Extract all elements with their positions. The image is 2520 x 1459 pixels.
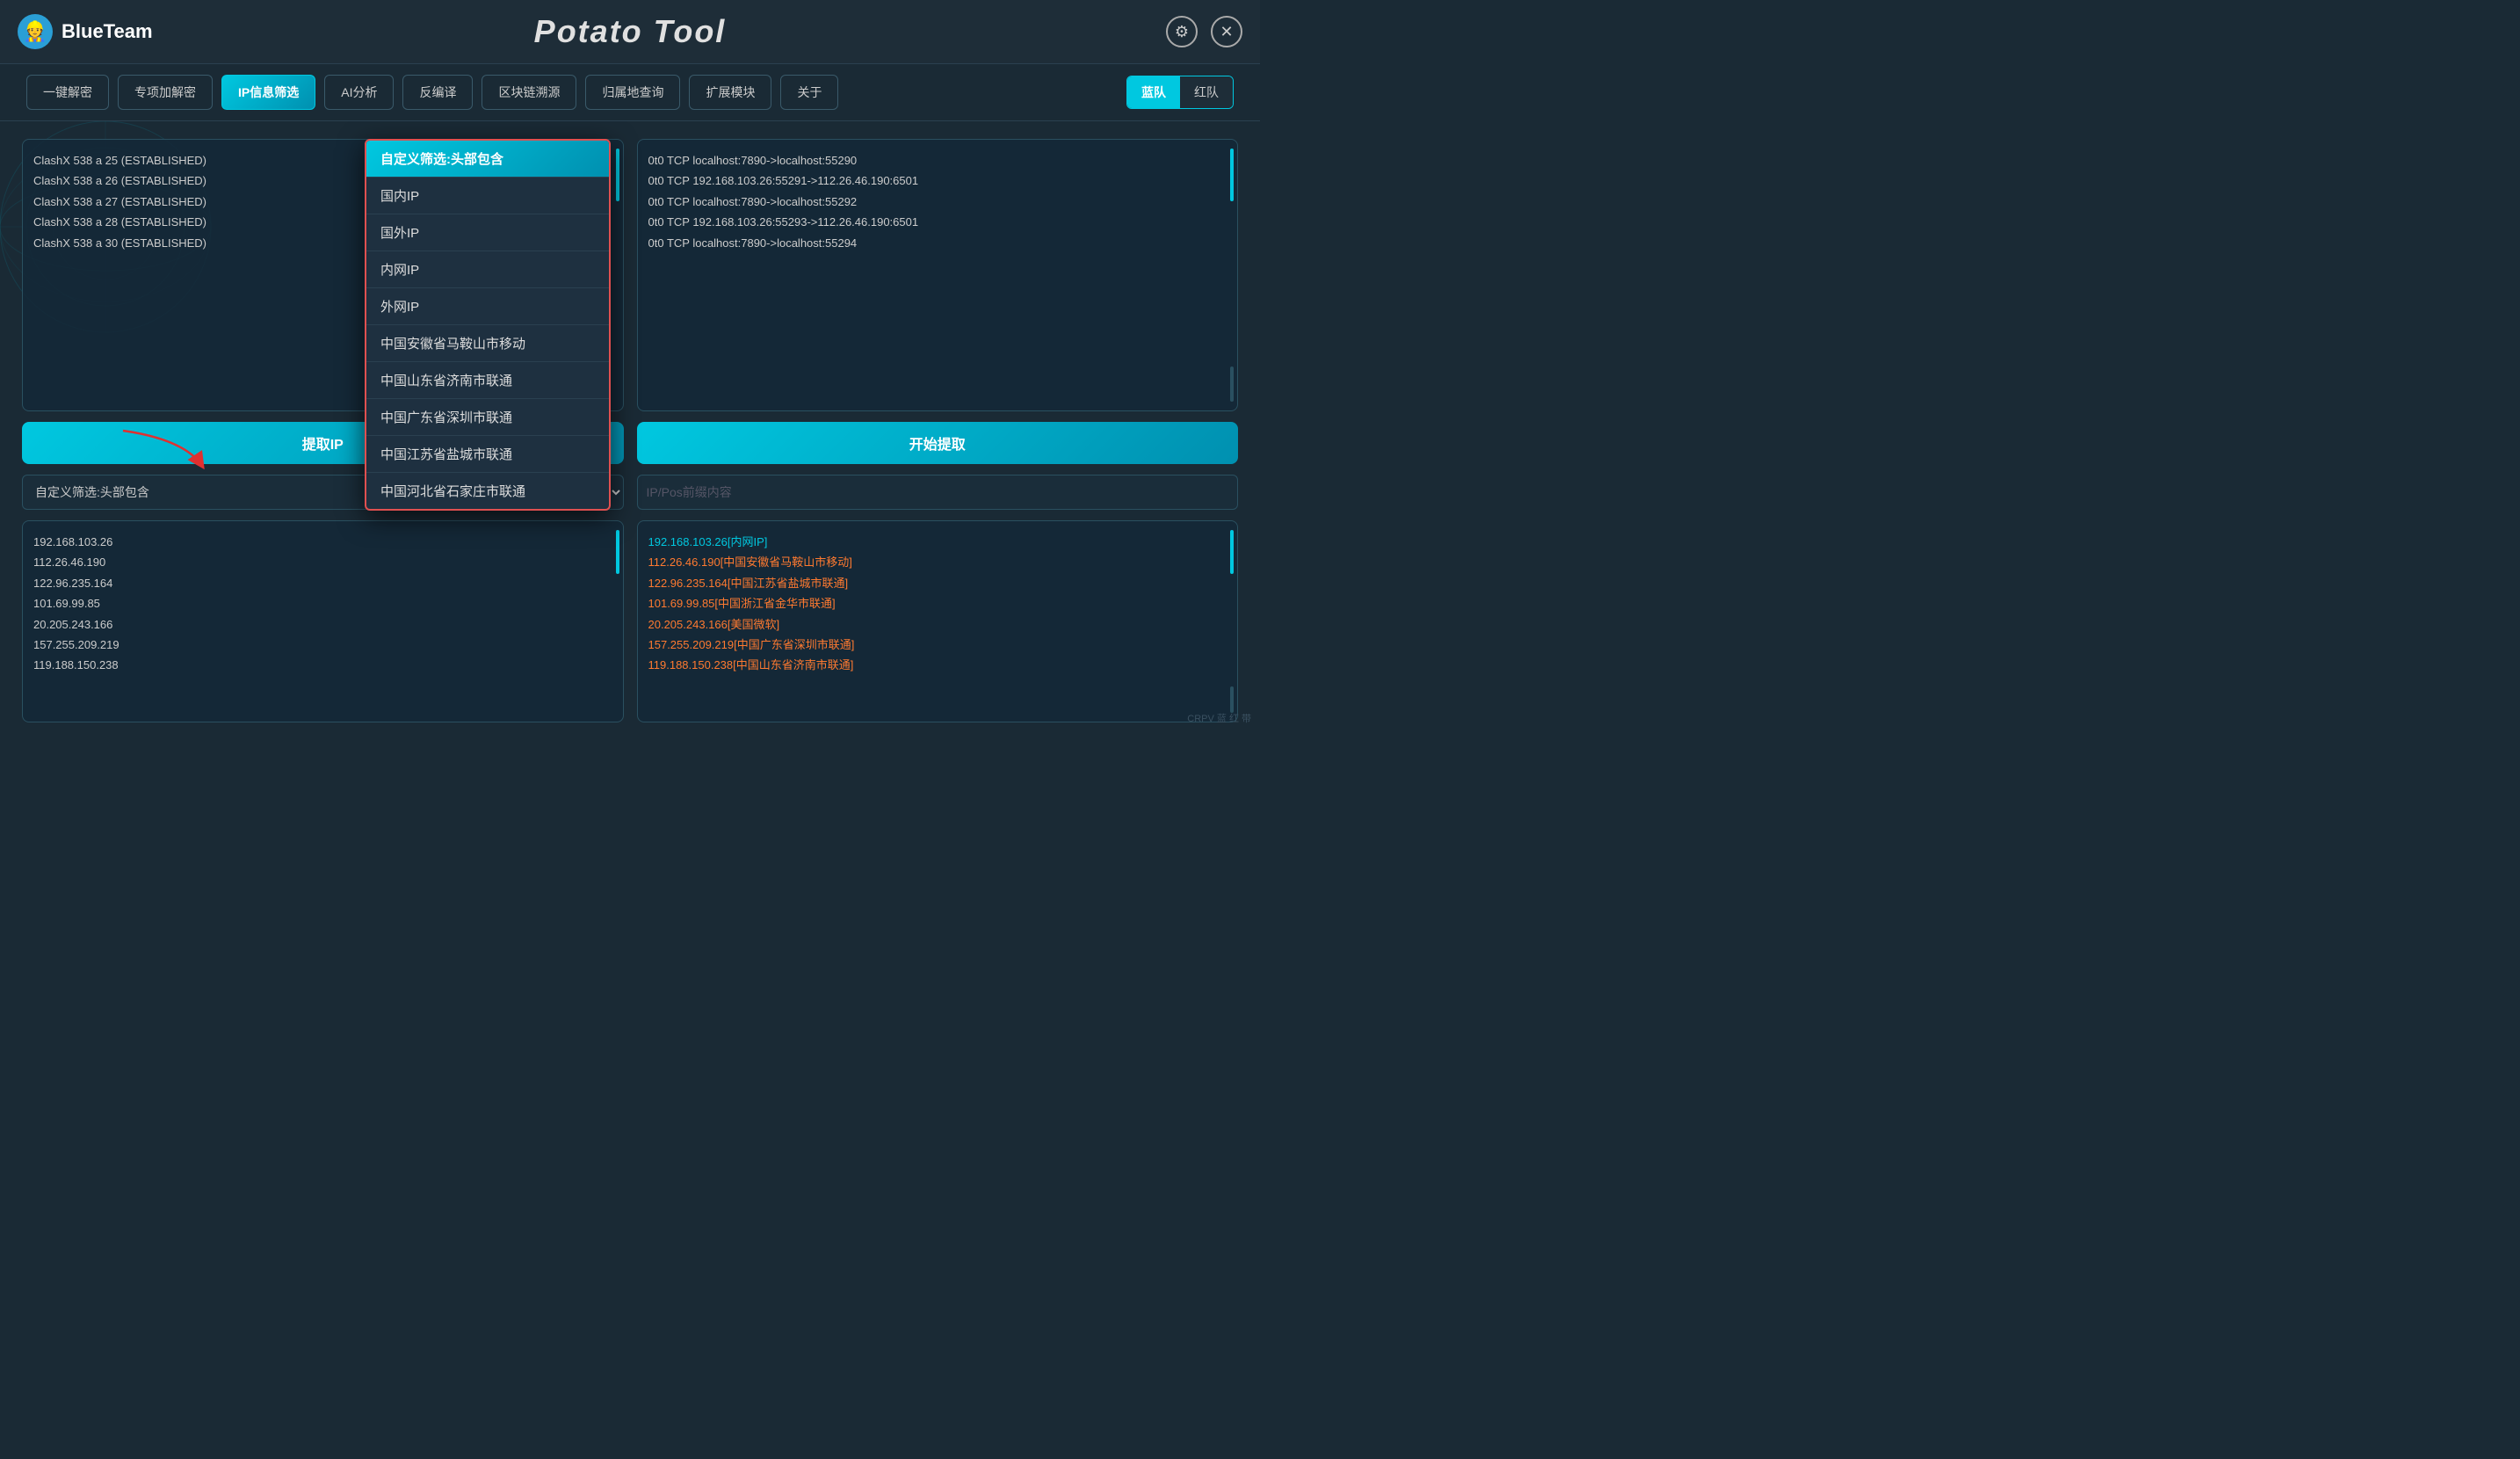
- nav-btn-blockchain[interactable]: 区块链溯源: [482, 75, 576, 110]
- window-controls: ⚙ ✕: [1166, 16, 1242, 47]
- tcp-line: 0t0 TCP 192.168.103.26:55293->112.26.46.…: [648, 212, 1227, 232]
- dropdown-item-intranet[interactable]: 内网IP: [366, 251, 609, 288]
- extracted-ip: 192.168.103.26: [33, 532, 612, 552]
- scroll-indicator-left: [616, 149, 619, 201]
- filter-dropdown: 自定义筛选:头部包含 国内IP 国外IP 内网IP 外网IP 中国安徽省马鞍山市…: [365, 139, 611, 511]
- tcp-line: 0t0 TCP localhost:7890->localhost:55290: [648, 150, 1227, 171]
- nav-btn-ai[interactable]: AI分析: [324, 75, 394, 110]
- watermark: CRPV 蓝 红 带: [1187, 711, 1251, 725]
- dropdown-item-custom[interactable]: 自定义筛选:头部包含: [366, 141, 609, 178]
- extracted-ip: 101.69.99.85: [33, 593, 612, 613]
- dropdown-item-shandong[interactable]: 中国山东省济南市联通: [366, 362, 609, 399]
- ip-result-cn2: 122.96.235.164[中国江苏省盐城市联通]: [648, 573, 1227, 593]
- settings-button[interactable]: ⚙: [1166, 16, 1198, 47]
- nav-btn-about[interactable]: 关于: [780, 75, 838, 110]
- ip-result-local: 192.168.103.26[内网IP]: [648, 532, 1227, 552]
- ip-result-cn1: 112.26.46.190[中国安徽省马鞍山市移动]: [648, 552, 1227, 572]
- dropdown-item-hebei[interactable]: 中国河北省石家庄市联通: [366, 473, 609, 509]
- ip-result-cn4: 20.205.243.166[美国微软]: [648, 614, 1227, 635]
- navbar: 一键解密 专项加解密 IP信息筛选 AI分析 反编译 区块链溯源 归属地查询 扩…: [0, 64, 1260, 121]
- team-toggle: 蓝队 红队: [1126, 76, 1234, 109]
- scroll-indicator-right-bottom: [1230, 367, 1234, 402]
- scroll-bar-lower-right: [1230, 530, 1234, 574]
- dropdown-item-extranet[interactable]: 外网IP: [366, 288, 609, 325]
- nav-btn-ip[interactable]: IP信息筛选: [221, 75, 315, 110]
- dropdown-item-anhui[interactable]: 中国安徽省马鞍山市移动: [366, 325, 609, 362]
- ip-results-panel: 192.168.103.26[内网IP] 112.26.46.190[中国安徽省…: [637, 520, 1239, 722]
- extracted-ip: 122.96.235.164: [33, 573, 612, 593]
- dropdown-item-foreign[interactable]: 国外IP: [366, 214, 609, 251]
- ip-result-cn5: 157.255.209.219[中国广东省深圳市联通]: [648, 635, 1227, 655]
- filter-input[interactable]: [637, 475, 1239, 510]
- tcp-line: 0t0 TCP localhost:7890->localhost:55294: [648, 233, 1227, 253]
- titlebar: 👷 BlueTeam Potato Tool ⚙ ✕: [0, 0, 1260, 64]
- tcp-line: 0t0 TCP 192.168.103.26:55291->112.26.46.…: [648, 171, 1227, 191]
- nav-btn-geoip[interactable]: 归属地查询: [585, 75, 680, 110]
- team-red-btn[interactable]: 红队: [1180, 76, 1233, 108]
- arrow-annotation: [114, 422, 220, 479]
- scroll-indicator-right: [1230, 149, 1234, 201]
- upper-section: ClashX 538 a 25 (ESTABLISHED) ClashX 538…: [22, 139, 1238, 411]
- nav-btn-extensions[interactable]: 扩展模块: [689, 75, 771, 110]
- tcp-text: 0t0 TCP localhost:7890->localhost:55290 …: [648, 150, 1227, 253]
- extracted-ip: 112.26.46.190: [33, 552, 612, 572]
- dropdown-item-jiangsu[interactable]: 中国江苏省盐城市联通: [366, 436, 609, 473]
- ip-result-cn3: 101.69.99.85[中国浙江省金华市联通]: [648, 593, 1227, 613]
- brand-name: BlueTeam: [62, 20, 153, 43]
- team-blue-btn[interactable]: 蓝队: [1127, 76, 1180, 108]
- ip-results-text: 192.168.103.26[内网IP] 112.26.46.190[中国安徽省…: [648, 532, 1227, 676]
- start-extract-button[interactable]: 开始提取: [637, 422, 1239, 464]
- scroll-bar-lower-left: [616, 530, 619, 574]
- connections-right-panel: 0t0 TCP localhost:7890->localhost:55290 …: [637, 139, 1239, 411]
- avatar: 👷: [18, 14, 53, 49]
- tcp-line: 0t0 TCP localhost:7890->localhost:55292: [648, 192, 1227, 212]
- nav-btn-decrypt[interactable]: 一键解密: [26, 75, 109, 110]
- dropdown-item-guangdong[interactable]: 中国广东省深圳市联通: [366, 399, 609, 436]
- main-content: ClashX 538 a 25 (ESTABLISHED) ClashX 538…: [0, 121, 1260, 730]
- extracted-ip: 20.205.243.166: [33, 614, 612, 635]
- close-button[interactable]: ✕: [1211, 16, 1242, 47]
- scroll-bar-lower-right-bottom: [1230, 686, 1234, 713]
- extracted-ips-panel: 192.168.103.26 112.26.46.190 122.96.235.…: [22, 520, 624, 722]
- brand: 👷 BlueTeam: [18, 14, 153, 49]
- lower-section: 192.168.103.26 112.26.46.190 122.96.235.…: [22, 520, 1238, 722]
- nav-btn-crypto[interactable]: 专项加解密: [118, 75, 213, 110]
- filter-row: 自定义筛选:头部包含 国内IP 国外IP 内网IP 外网IP: [22, 475, 1238, 510]
- dropdown-item-cn[interactable]: 国内IP: [366, 178, 609, 214]
- extracted-ip: 119.188.150.238: [33, 655, 612, 675]
- extracted-ip: 157.255.209.219: [33, 635, 612, 655]
- extracted-ips-text: 192.168.103.26 112.26.46.190 122.96.235.…: [33, 532, 612, 676]
- nav-btn-decompile[interactable]: 反编译: [402, 75, 473, 110]
- ip-result-cn6: 119.188.150.238[中国山东省济南市联通]: [648, 655, 1227, 675]
- app-title: Potato Tool: [534, 13, 727, 50]
